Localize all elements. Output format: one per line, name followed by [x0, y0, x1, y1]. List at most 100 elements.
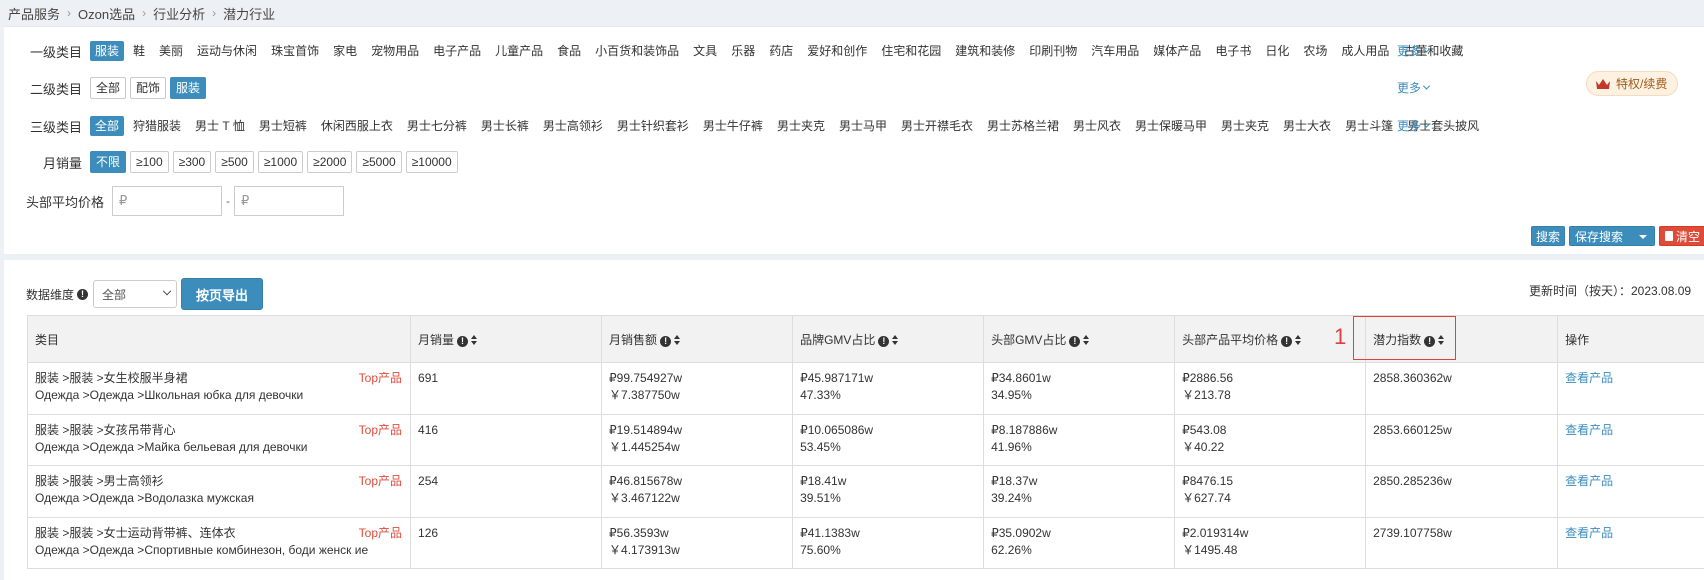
- breadcrumb-item[interactable]: 产品服务: [8, 4, 60, 23]
- view-products-link[interactable]: 查看产品: [1565, 371, 1613, 385]
- search-button[interactable]: 搜索: [1531, 226, 1565, 246]
- table-row: 服装 >服装 >女生校服半身裙 Одежда >Одежда >Школьная …: [26, 362, 1704, 415]
- filter-option-level1[interactable]: 电子产品: [428, 41, 486, 61]
- sort-icon[interactable]: [1438, 335, 1445, 346]
- filter-option-level3[interactable]: 全部: [90, 116, 125, 136]
- view-products-link[interactable]: 查看产品: [1565, 423, 1613, 437]
- filter-option-level2[interactable]: 配饰: [130, 77, 167, 99]
- view-products-link[interactable]: 查看产品: [1565, 474, 1613, 488]
- filter-option-level3[interactable]: 男士高领衫: [538, 116, 608, 136]
- sort-icon[interactable]: [1295, 335, 1302, 346]
- column-header[interactable]: 月销售额!: [601, 315, 794, 363]
- filter-option-sales[interactable]: ≥300: [172, 151, 212, 173]
- column-header[interactable]: 头部GMV占比!: [983, 315, 1176, 363]
- filter-row-price: 头部平均价格 ₽ - ₽: [4, 186, 344, 216]
- filter-option-level1[interactable]: 服装: [90, 41, 125, 61]
- filter-option-level2[interactable]: 服装: [170, 77, 207, 99]
- filter-option-sales[interactable]: ≥500: [215, 151, 254, 173]
- column-header[interactable]: 品牌GMV占比!: [792, 315, 985, 363]
- filter-option-sales[interactable]: ≥1000: [257, 151, 304, 173]
- crown-icon: [1596, 78, 1610, 89]
- filter-option-level3[interactable]: 男士夹克: [772, 116, 830, 136]
- filter-option-level1[interactable]: 建筑和装修: [950, 41, 1020, 61]
- filter-option-level1[interactable]: 媒体产品: [1148, 41, 1206, 61]
- filter-option-level1[interactable]: 农场: [1298, 41, 1332, 61]
- filter-option-level3[interactable]: 男士保暖马甲: [1130, 116, 1212, 136]
- filter-option-level1[interactable]: 鞋: [128, 41, 150, 61]
- filter-option-level3[interactable]: 男士苏格兰裙: [982, 116, 1064, 136]
- sort-icon[interactable]: [1083, 335, 1090, 346]
- filter-option-level1[interactable]: 药店: [764, 41, 798, 61]
- dimension-select[interactable]: 全部: [93, 280, 178, 308]
- breadcrumb-item: 潜力行业: [223, 6, 276, 22]
- breadcrumb-item[interactable]: Ozon选品: [78, 4, 135, 23]
- top-products-link[interactable]: Top产品: [359, 370, 402, 387]
- filter-option-level3[interactable]: 男士短裤: [254, 116, 312, 136]
- clear-button[interactable]: 清空: [1659, 226, 1704, 246]
- price-max-input[interactable]: ₽: [234, 186, 344, 216]
- filter-option-level3[interactable]: 休闲西服上衣: [316, 116, 398, 136]
- filter-option-level3[interactable]: 男士七分裤: [402, 116, 472, 136]
- breadcrumb-item[interactable]: 行业分析: [153, 4, 205, 23]
- save-search-button[interactable]: 保存搜索: [1569, 226, 1655, 246]
- filter-option-level1[interactable]: 文具: [688, 41, 722, 61]
- sort-icon[interactable]: [674, 335, 681, 346]
- view-products-link[interactable]: 查看产品: [1565, 526, 1613, 540]
- filter-option-sales[interactable]: ≥5000: [356, 151, 402, 173]
- filter-options-level1: 服装鞋美丽 运动与休闲 珠宝首饰 家电 宠物用品 电子产品 儿童产品 食品 小百货和装饰品 文具乐…: [90, 41, 1472, 61]
- filter-option-level1[interactable]: 小百货和装饰品: [590, 41, 684, 61]
- filter-option-level3[interactable]: 男士针织套衫: [612, 116, 694, 136]
- monthly-sales-cell: 126: [410, 516, 603, 569]
- top-products-link[interactable]: Top产品: [359, 525, 402, 542]
- caret-down-icon[interactable]: [1639, 235, 1647, 239]
- top-products-link[interactable]: Top产品: [359, 473, 402, 490]
- filter-option-level3[interactable]: 狩猎服装: [128, 116, 186, 136]
- filter-option-level3[interactable]: 男士夹克: [1216, 116, 1274, 136]
- filter-option-level1[interactable]: 印刷刊物: [1024, 41, 1082, 61]
- filter-option-level1[interactable]: 爱好和创作: [802, 41, 872, 61]
- filter-option-level1[interactable]: 家电: [328, 41, 362, 61]
- head-avg-price-cell-secondary: ￥213.78: [1182, 388, 1231, 402]
- filter-option-level1[interactable]: 运动与休闲: [192, 41, 262, 61]
- filter-option-level3[interactable]: 男士斗篷: [1340, 116, 1398, 136]
- filter-option-level1[interactable]: 宠物用品: [366, 41, 424, 61]
- filter-row-sales: 月销量 不限 ≥100 ≥300 ≥500 ≥1000 ≥2000 ≥5000 ≥10000: [4, 150, 462, 174]
- filter-option-sales[interactable]: 不限: [90, 151, 127, 173]
- sort-icon[interactable]: [471, 335, 478, 346]
- filter-option-level1[interactable]: 美丽: [154, 41, 188, 61]
- column-header[interactable]: 潜力指数!: [1365, 315, 1559, 363]
- filter-option-level1[interactable]: 电子书: [1210, 41, 1256, 61]
- filter-option-level3[interactable]: 男士风衣: [1068, 116, 1126, 136]
- filter-option-level1[interactable]: 食品: [552, 41, 586, 61]
- filter-option-level1[interactable]: 儿童产品: [490, 41, 548, 61]
- filter-option-level3[interactable]: 男士马甲: [834, 116, 892, 136]
- export-page-button[interactable]: 按页导出: [181, 278, 264, 310]
- filter-option-level1[interactable]: 珠宝首饰: [266, 41, 324, 61]
- info-icon: !: [457, 335, 469, 347]
- more-level3-button[interactable]: 更多: [1397, 117, 1431, 134]
- filter-option-level3[interactable]: 男士开襟毛衣: [896, 116, 978, 136]
- top-products-link[interactable]: Top产品: [359, 422, 402, 439]
- more-level1-button[interactable]: 更多: [1397, 42, 1431, 59]
- filter-option-sales[interactable]: ≥100: [130, 151, 169, 173]
- sort-icon[interactable]: [892, 335, 899, 346]
- filter-option-sales[interactable]: ≥2000: [307, 151, 353, 173]
- table-header-row: 类目 月销量! 月销售额! 品牌GMV占比! 头部GMV占比! 头部产品平均价格! 潜力指数…: [26, 315, 1704, 363]
- more-level2-button[interactable]: 更多: [1397, 79, 1431, 96]
- filter-option-level1[interactable]: 成人用品: [1336, 41, 1394, 61]
- filter-option-sales[interactable]: ≥10000: [405, 151, 458, 173]
- filter-option-level3[interactable]: 男士长裤: [476, 116, 534, 136]
- filter-option-level3[interactable]: 男士 T 恤: [190, 116, 250, 136]
- column-header[interactable]: 月销量!: [410, 315, 603, 363]
- price-min-input[interactable]: ₽: [112, 186, 222, 216]
- monthly-sales-cell: 416: [410, 413, 603, 466]
- filter-option-level1[interactable]: 日化: [1260, 41, 1294, 61]
- filter-option-level3[interactable]: 男士大衣: [1278, 116, 1336, 136]
- filter-option-level2[interactable]: 全部: [90, 77, 127, 99]
- vip-renew-button[interactable]: 特权/续费: [1586, 71, 1679, 96]
- filter-option-level1[interactable]: 乐器: [726, 41, 760, 61]
- filter-option-level1[interactable]: 汽车用品: [1086, 41, 1144, 61]
- filter-option-level1[interactable]: 住宅和花园: [876, 41, 946, 61]
- monthly-revenue-cell-primary: ₽46.815678w: [609, 474, 683, 488]
- filter-option-level3[interactable]: 男士牛仔裤: [698, 116, 768, 136]
